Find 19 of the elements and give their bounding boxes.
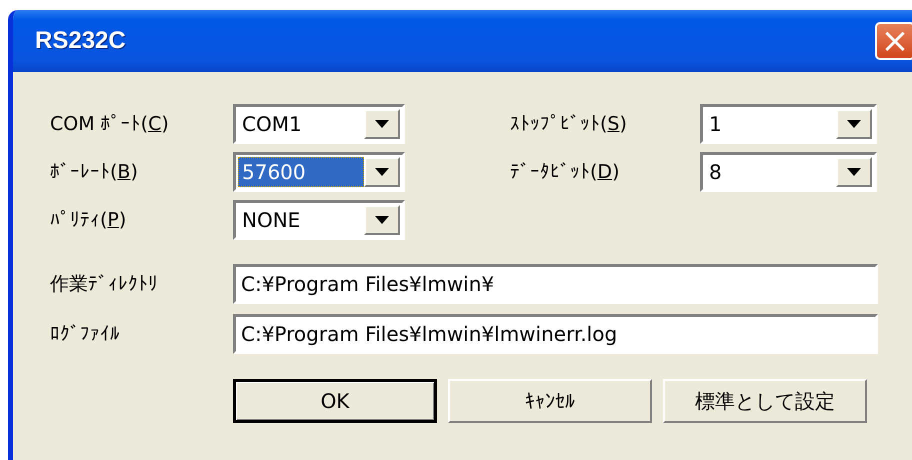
dialog-button[interactable]: OK — [233, 379, 437, 423]
dialog-button[interactable]: 標準として設定 — [663, 379, 867, 423]
dropdown[interactable]: COM1 — [233, 104, 405, 144]
dropdown[interactable]: 1 — [700, 104, 877, 144]
close-button[interactable]: × — [875, 22, 912, 60]
window-title: RS232C — [35, 27, 126, 55]
dropdown[interactable]: 57600 — [233, 152, 405, 192]
field-label: ｽﾄｯﾌﾟﾋﾞｯﾄ(S) — [510, 113, 628, 135]
field-label: ﾃﾞｰﾀﾋﾞｯﾄ(D) — [510, 161, 620, 183]
input-field[interactable]: C:¥Program Files¥lmwin¥ — [233, 264, 878, 304]
dialog-button[interactable]: ｷｬﾝｾﾙ — [448, 379, 652, 423]
field-label: ﾛｸﾞﾌｧｲﾙ — [50, 323, 121, 345]
field-label: 作業ﾃﾞｨﾚｸﾄﾘ — [50, 272, 159, 297]
input-field[interactable]: C:¥Program Files¥lmwin¥lmwinerr.log — [233, 314, 878, 354]
dropdown[interactable]: 8 — [700, 152, 877, 192]
dropdown[interactable]: NONE — [233, 200, 405, 240]
field-label: ﾊﾟﾘﾃｨ(P) — [50, 209, 128, 231]
field-label: ﾎﾞｰﾚｰﾄ(B) — [50, 161, 139, 183]
field-label: COM ﾎﾟｰﾄ(C) — [50, 113, 170, 135]
